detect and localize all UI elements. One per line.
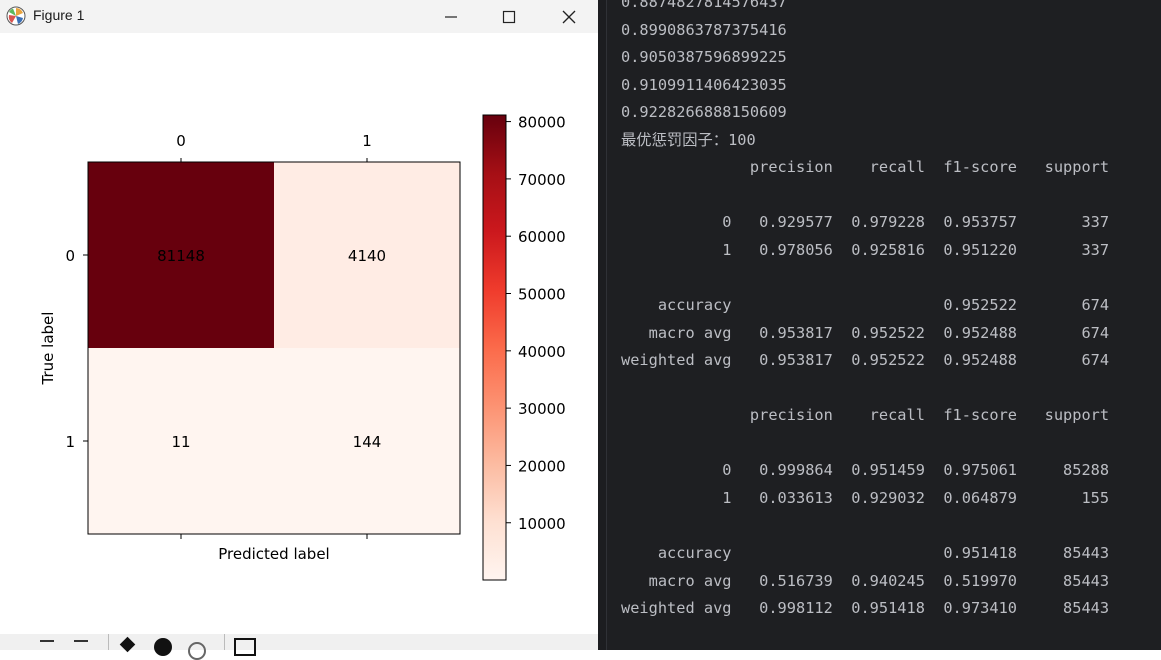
- y-tick-label-0: 0: [65, 247, 75, 265]
- forward-icon[interactable]: [74, 640, 88, 652]
- matrix-cell-value-1-0: 11: [171, 433, 190, 451]
- colorbar-tick-label-4: 50000: [518, 286, 566, 304]
- title-bar[interactable]: Figure 1: [0, 0, 598, 33]
- y-axis-label: True label: [39, 312, 57, 386]
- matrix-cell-value-0-1: 4140: [348, 247, 386, 265]
- matrix-cell-value-1-1: 144: [353, 433, 382, 451]
- save-icon[interactable]: [234, 638, 256, 656]
- console-line: weighted avg 0.998112 0.951418 0.973410 …: [621, 599, 1110, 618]
- matplotlib-logo-icon: [6, 6, 26, 26]
- console-line: 0.9109911406423035: [621, 75, 787, 94]
- console-line: precision recall f1-score support: [621, 406, 1110, 425]
- console-panel[interactable]: 0.8874827814576437 0.8990863787375416 0.90…: [607, 0, 1161, 650]
- x-tick-label-0: 0: [176, 132, 186, 150]
- colorbar-tick-label-3: 40000: [518, 343, 566, 361]
- console-line: 0 0.999864 0.951459 0.975061 85288: [621, 461, 1110, 480]
- y-tick-label-1: 1: [65, 433, 75, 451]
- console-line: 0.8990863787375416: [621, 20, 787, 39]
- colorbar-tick-label-0: 10000: [518, 515, 566, 533]
- console-line: macro avg 0.516739 0.940245 0.519970 854…: [621, 571, 1110, 590]
- matrix-cell-value-0-0: 81148: [157, 247, 205, 265]
- back-icon[interactable]: [40, 640, 54, 652]
- close-button[interactable]: [540, 0, 598, 33]
- minimize-button[interactable]: [422, 0, 480, 33]
- console-line: macro avg 0.953817 0.952522 0.952488 674: [621, 323, 1110, 342]
- configure-subplots-icon[interactable]: [188, 642, 206, 660]
- colorbar: [483, 115, 506, 580]
- x-axis-label: Predicted label: [218, 545, 329, 563]
- plot-toolbar: [0, 634, 598, 660]
- toolbar-separator: [108, 634, 109, 650]
- colorbar-tick-label-2: 30000: [518, 400, 566, 418]
- toolbar-separator: [224, 634, 225, 650]
- colorbar-tick-label-1: 20000: [518, 457, 566, 475]
- console-line: accuracy 0.951418 85443: [621, 544, 1110, 562]
- close-icon: [562, 10, 576, 23]
- confusion-matrix-plot: 81148 4140 11 144 0 1 0 1 Predicted label Tru…: [39, 114, 566, 581]
- colorbar-tick-label-6: 70000: [518, 171, 566, 189]
- console-line: accuracy 0.952522 674: [621, 296, 1110, 315]
- window-title: Figure 1: [33, 7, 85, 23]
- maximize-button[interactable]: [480, 0, 538, 33]
- console-line: 0.9050387596899225: [621, 48, 787, 67]
- console-line: 0.9228266888150609: [621, 103, 787, 122]
- console-line: precision recall f1-score support: [621, 158, 1110, 177]
- console-line: 1 0.033613 0.929032 0.064879 155: [621, 488, 1110, 507]
- console-line: 0.8874827814576437: [621, 0, 787, 11]
- console-line: weighted avg 0.953817 0.952522 0.952488 …: [621, 351, 1110, 370]
- console-line: 0 0.929577 0.979228 0.953757 337: [621, 213, 1110, 232]
- minimize-icon: [445, 15, 457, 18]
- console-line: 1 0.978056 0.925816 0.951220 337: [621, 240, 1110, 259]
- maximize-icon: [502, 10, 516, 23]
- colorbar-tick-label-5: 60000: [518, 228, 566, 246]
- console-line: 最优惩罚因子：100: [621, 130, 756, 149]
- zoom-icon[interactable]: [154, 638, 172, 656]
- colorbar-tick-label-7: 80000: [518, 114, 566, 132]
- figure-window: Figure 1 81148 4140 11 144 0 1 0 1 Predi…: [0, 0, 598, 660]
- x-tick-label-1: 1: [362, 132, 372, 150]
